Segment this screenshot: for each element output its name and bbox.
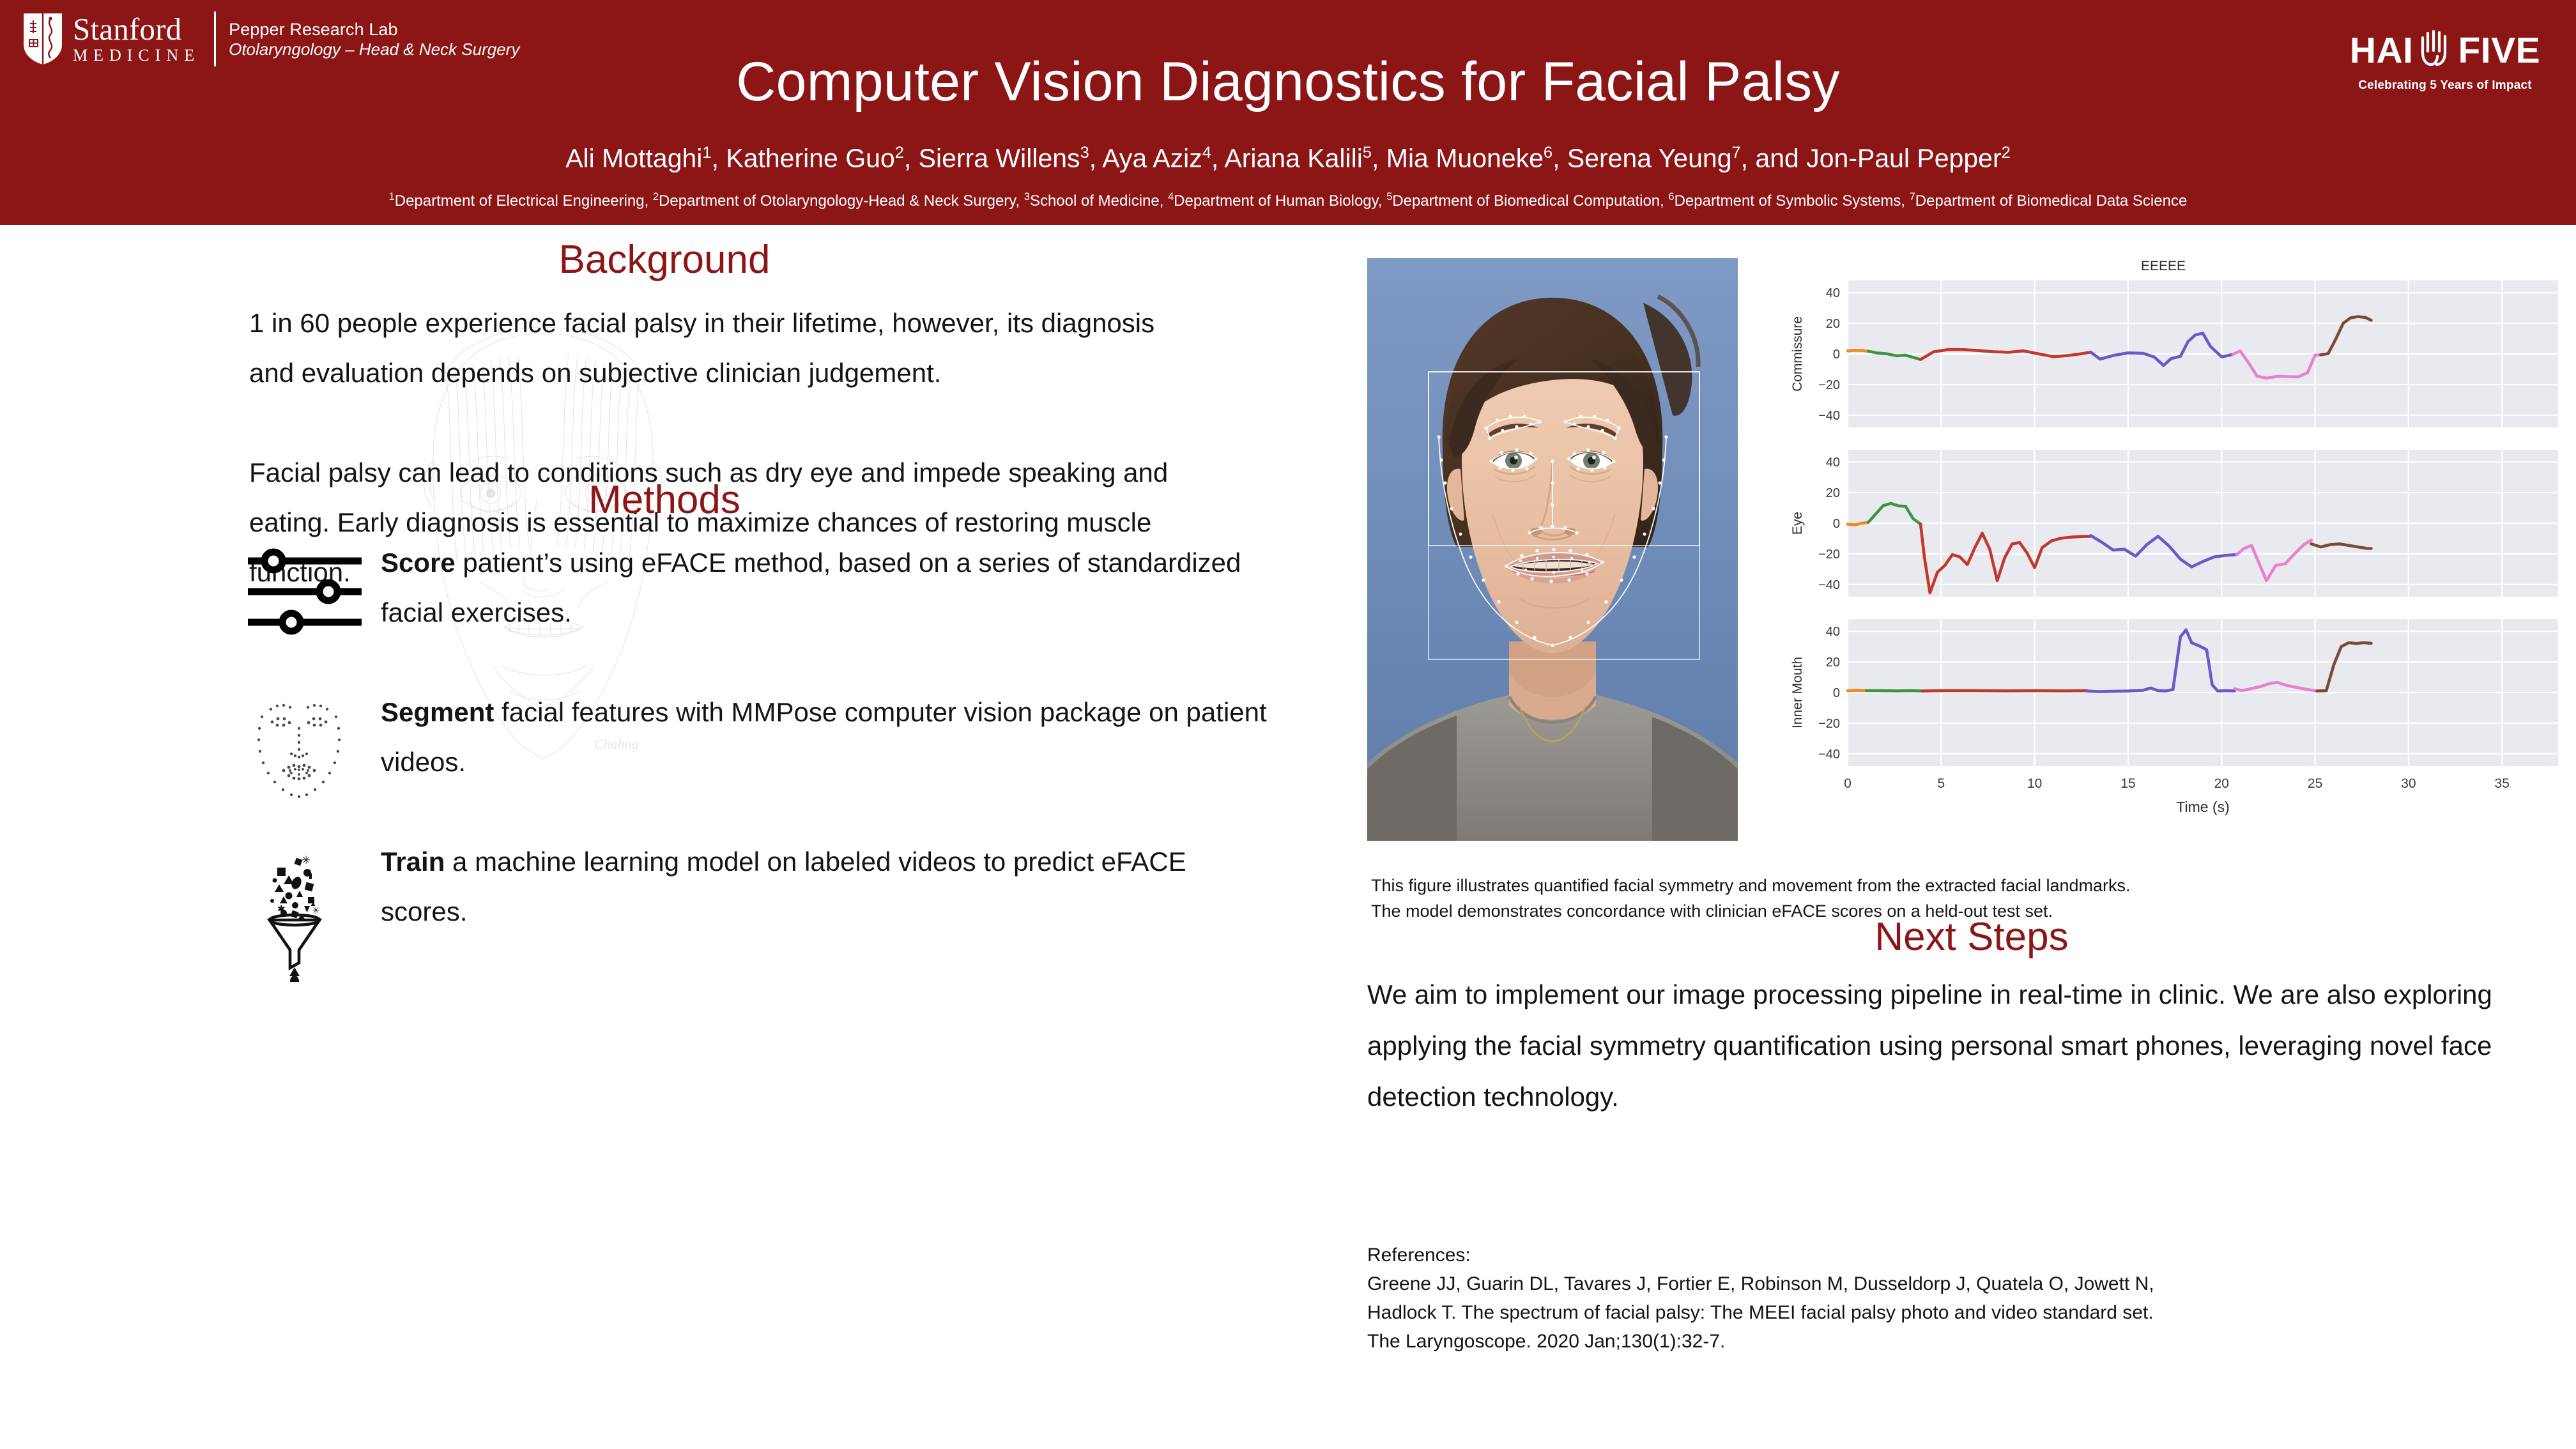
list-item: Segment facial features with MMPose comp…	[247, 687, 1269, 804]
references-label: References:	[1367, 1245, 1471, 1266]
method-lead-score: Score	[381, 548, 456, 578]
x-tick-label: 10	[2027, 776, 2042, 791]
method-rest-segment: facial features with MMPose computer vis…	[381, 697, 1267, 777]
patient-face-photo	[1367, 258, 1738, 841]
chart-y-axis-label: Inner Mouth	[1790, 657, 1805, 728]
next-steps-paragraph: We aim to implement our image processing…	[1367, 979, 2492, 1112]
reference-line-3: The Laryngoscope. 2020 Jan;130(1):32-7.	[1367, 1331, 1726, 1352]
y-tick-label: 0	[1833, 686, 1840, 700]
svg-text:✱: ✱	[277, 904, 286, 915]
list-item: Score patient’s using eFACE method, base…	[247, 538, 1269, 654]
author-list: Ali Mottaghi1, Katherine Guo2, Sierra Wi…	[565, 143, 2011, 173]
poster-root: Stanford MEDICINE Pepper Research Lab Ot…	[0, 0, 2576, 1449]
method-text-score: Score patient’s using eFACE method, base…	[374, 538, 1269, 638]
x-tick-label: 35	[2495, 776, 2510, 791]
poster-header: Stanford MEDICINE Pepper Research Lab Ot…	[0, 0, 2576, 225]
affiliation-list: 1Department of Electrical Engineering, 2…	[388, 191, 2188, 210]
figure-caption-line-1: This figure illustrates quantified facia…	[1371, 876, 2131, 895]
y-tick-label: 0	[1833, 348, 1840, 362]
chart-y-axis-label: Eye	[1790, 512, 1805, 535]
x-tick-label: 15	[2120, 776, 2135, 791]
chart-title-commissure: EEEEE	[2140, 259, 2186, 273]
list-item: ✳ ✱ ✳ Train a machine learning model on …	[247, 837, 1269, 987]
hai-tagline: Celebrating 5 Years of Impact	[2358, 79, 2532, 92]
charts-svg: −40 −20 0 20 40 Commissure −40 −20 0 20 40 Eye −40 −2…	[1790, 280, 2558, 815]
chart-y-axis-label: Commissure	[1790, 316, 1805, 392]
hai-five-logo: HAI FIVE Celebrating 5 Years of Impact	[2340, 29, 2550, 93]
page-title: Computer Vision Diagnostics for Facial P…	[736, 51, 1840, 112]
hai-logo-text-part2: FIVE	[2458, 29, 2541, 71]
lab-name: Pepper Research Lab	[229, 19, 398, 39]
y-tick-label: −40	[1818, 578, 1840, 592]
method-text-segment: Segment facial features with MMPose comp…	[374, 687, 1269, 787]
method-rest-score: patient’s using eFACE method, based on a…	[381, 548, 1241, 627]
x-tick-label: 30	[2401, 776, 2416, 791]
results-figure: EEEEE −40 −20 0 20 40 Commissure −40 −20 0 20 40 Ey…	[1367, 255, 2576, 921]
x-tick-label: 0	[1844, 776, 1851, 791]
right-column: EEEEE −40 −20 0 20 40 Commissure −40 −20 0 20 40 Ey…	[1367, 225, 2576, 1449]
chart-x-axis-label: Time (s)	[2176, 799, 2229, 815]
y-tick-label: 40	[1826, 456, 1840, 470]
method-lead-train: Train	[381, 847, 445, 877]
y-tick-label: 20	[1826, 317, 1840, 331]
facial-metric-charts: EEEEE −40 −20 0 20 40 Commissure −40 −20 0 20 40 Ey…	[1751, 255, 2576, 836]
sliders-icon	[247, 546, 374, 654]
facial-landmarks-icon	[247, 695, 374, 804]
reference-line-1: Greene JJ, Guarin DL, Tavares J, Fortier…	[1367, 1273, 2154, 1294]
methods-list: Score patient’s using eFACE method, base…	[247, 538, 1269, 987]
method-lead-segment: Segment	[381, 697, 494, 727]
section-heading-background: Background	[558, 238, 770, 282]
reference-line-2: Hadlock T. The spectrum of facial palsy:…	[1367, 1302, 2154, 1323]
stanford-name: Stanford	[73, 12, 182, 47]
method-text-train: Train a machine learning model on labele…	[374, 837, 1269, 937]
section-heading-next-steps: Next Steps	[1874, 915, 2069, 959]
method-rest-train: a machine learning model on labeled vide…	[381, 847, 1186, 926]
funnel-icon: ✳ ✱ ✳	[247, 845, 374, 987]
y-tick-label: −20	[1818, 717, 1840, 731]
y-tick-label: −20	[1818, 378, 1840, 392]
hand-icon	[2414, 27, 2457, 70]
y-tick-label: 0	[1833, 517, 1840, 531]
section-heading-methods: Methods	[588, 478, 740, 522]
y-tick-label: −40	[1818, 409, 1840, 423]
y-tick-label: 40	[1826, 286, 1840, 300]
y-tick-label: −40	[1818, 747, 1840, 762]
background-paragraph-1: 1 in 60 people experience facial palsy i…	[249, 308, 1155, 388]
left-column: Chahng Background 1 in 60 people experie…	[0, 225, 1329, 1449]
svg-text:✳: ✳	[302, 854, 310, 866]
svg-text:✳: ✳	[312, 905, 320, 916]
hai-logo-text-part1: HAI	[2349, 29, 2414, 71]
x-tick-label: 25	[2308, 776, 2322, 791]
x-tick-label: 20	[2214, 776, 2229, 791]
y-tick-label: −20	[1818, 548, 1840, 562]
y-tick-label: 20	[1826, 656, 1840, 670]
y-tick-label: 40	[1826, 625, 1840, 639]
y-tick-label: 20	[1826, 486, 1840, 500]
references-block: References: Greene JJ, Guarin DL, Tavare…	[1367, 1241, 2530, 1356]
x-tick-label: 5	[1937, 776, 1945, 791]
chart-series-segment-orange	[1846, 349, 1870, 353]
